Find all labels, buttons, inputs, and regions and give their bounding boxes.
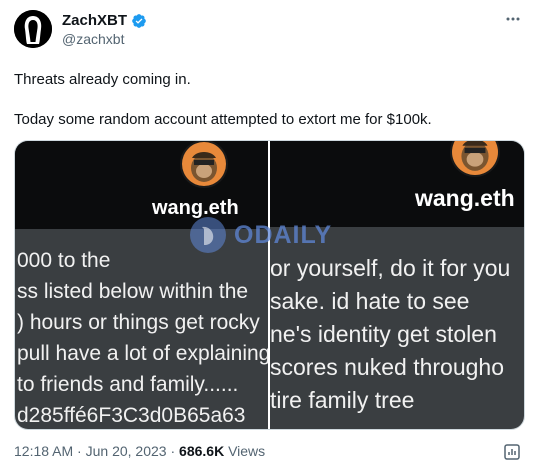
meta-separator: · bbox=[77, 443, 82, 459]
tweet-meta: 12:18 AM · Jun 20, 2023 · 686.6K Views bbox=[14, 443, 265, 459]
message-line: tire family tree bbox=[270, 387, 415, 413]
hooded-figure-icon bbox=[14, 10, 52, 48]
tweet-date[interactable]: Jun 20, 2023 bbox=[86, 443, 167, 459]
tweet-text: Threats already coming in. Today some ra… bbox=[14, 70, 514, 130]
tweet-media[interactable]: wang.eth 000 to the ss listed below with… bbox=[14, 140, 525, 430]
verified-badge-icon bbox=[132, 13, 146, 28]
message-line: ss listed below within the bbox=[17, 280, 249, 303]
tweet-line-2: Today some random account attempted to e… bbox=[14, 111, 432, 128]
message-line: sake. id hate to see bbox=[270, 288, 470, 314]
author-avatar[interactable] bbox=[14, 10, 52, 48]
profile-name: wang.eth bbox=[415, 185, 515, 211]
media-image-right[interactable]: wang.eth or yourself, do it for you sake… bbox=[270, 141, 524, 429]
tweet-line-1: Threats already coming in. bbox=[14, 71, 191, 88]
media-image-left[interactable]: wang.eth 000 to the ss listed below with… bbox=[15, 141, 268, 429]
views-count: 686.6K bbox=[179, 443, 225, 459]
message-line: scores nuked througho bbox=[270, 354, 504, 380]
odaily-watermark: ODAILY bbox=[188, 215, 332, 255]
message-line: ne's identity get stolen bbox=[270, 321, 497, 347]
watermark-text: ODAILY bbox=[234, 220, 333, 249]
author-handle[interactable]: @zachxbt bbox=[62, 31, 124, 47]
tweet-header: ZachXBT @zachxbt bbox=[14, 10, 524, 50]
odaily-logo-icon bbox=[190, 217, 226, 253]
analytics-icon[interactable] bbox=[503, 443, 521, 461]
message-line: ) hours or things get rocky bbox=[17, 311, 260, 334]
tweet-time[interactable]: 12:18 AM bbox=[14, 443, 73, 459]
message-line: to friends and family...... bbox=[17, 373, 239, 396]
message-line: or yourself, do it for you bbox=[270, 255, 511, 281]
author-display-name[interactable]: ZachXBT bbox=[62, 12, 127, 29]
message-line: pull have a lot of explaining bbox=[17, 342, 268, 365]
message-text-left: 000 to the ss listed below within the ) … bbox=[17, 249, 268, 429]
ape-avatar-icon bbox=[180, 141, 228, 188]
meta-separator: · bbox=[170, 443, 176, 459]
more-options-icon[interactable] bbox=[504, 10, 522, 28]
views-label: Views bbox=[228, 443, 266, 459]
message-line: d285ffé6F3C3d0B65a63 bbox=[17, 404, 246, 427]
name-row: ZachXBT bbox=[62, 12, 147, 29]
message-text-right: or yourself, do it for you sake. id hate… bbox=[270, 255, 510, 420]
